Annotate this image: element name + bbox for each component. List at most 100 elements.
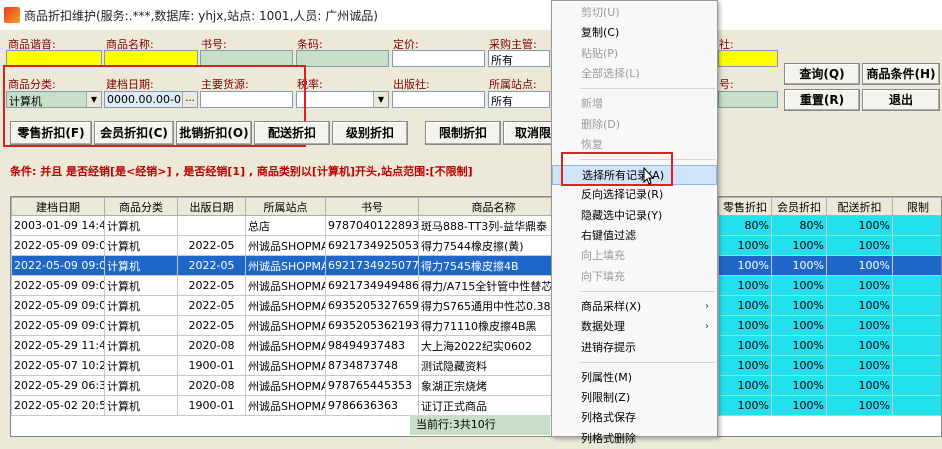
table-cell[interactable]: 象湖正宗烧烤 (419, 376, 569, 396)
table-cell[interactable]: 2003-01-09 14:44 (12, 216, 105, 236)
table-cell[interactable]: 100% (827, 276, 893, 296)
table-cell[interactable] (893, 296, 942, 316)
menu-item[interactable]: 商品采样(X)› (552, 297, 717, 317)
table-cell[interactable]: 2020-08 (178, 376, 246, 396)
table-cell[interactable]: 斑马888-TT3列-益华鼎泰 (419, 216, 569, 236)
publisher-short-input[interactable] (718, 50, 778, 67)
col-header[interactable]: 配送折扣 (827, 198, 893, 216)
product-condition-button[interactable]: 商品条件(H) (862, 63, 940, 85)
exit-button[interactable]: 退出 (862, 89, 940, 111)
menu-item[interactable]: 复制(C) (552, 23, 717, 43)
table-cell[interactable] (178, 216, 246, 236)
table-cell[interactable]: 证订正式商品 (419, 396, 569, 416)
col-header[interactable]: 商品分类 (105, 198, 178, 216)
tax-rate-select[interactable]: ▼ (296, 91, 389, 108)
table-cell[interactable]: 2022-05-29 11:44 (12, 336, 105, 356)
menu-item[interactable]: 隐藏选中记录(Y) (552, 206, 717, 226)
table-cell[interactable]: 得力7544橡皮擦(黄) (419, 236, 569, 256)
table-cell[interactable] (893, 396, 942, 416)
col-header[interactable]: 建档日期 (12, 198, 105, 216)
table-cell[interactable]: 2022-05-09 09:00 (12, 236, 105, 256)
table-cell[interactable]: 州诚品SHOPMA (246, 276, 326, 296)
barcode-input[interactable] (296, 50, 389, 67)
table-cell[interactable]: 80% (772, 216, 827, 236)
number-short-input[interactable] (718, 91, 778, 108)
purchase-manager-select[interactable]: 所有 (488, 50, 550, 67)
table-cell[interactable]: 2022-05-09 09:00 (12, 256, 105, 276)
table-cell[interactable]: 100% (827, 376, 893, 396)
col-header[interactable]: 所属站点 (246, 198, 326, 216)
col-header[interactable]: 限制 (893, 198, 942, 216)
table-cell[interactable]: 100% (719, 356, 772, 376)
table-cell[interactable]: 得力71110橡皮擦4B黑 (419, 316, 569, 336)
table-cell[interactable]: 2022-05-09 09:00 (12, 296, 105, 316)
table-cell[interactable]: 100% (719, 316, 772, 336)
table-cell[interactable]: 2022-05 (178, 256, 246, 276)
table-cell[interactable]: 计算机 (105, 376, 178, 396)
table-cell[interactable]: 计算机 (105, 276, 178, 296)
table-cell[interactable]: 100% (827, 356, 893, 376)
table-cell[interactable]: 1900-01 (178, 396, 246, 416)
table-cell[interactable]: 100% (772, 376, 827, 396)
table-cell[interactable] (893, 376, 942, 396)
table-cell[interactable]: 100% (719, 276, 772, 296)
table-row[interactable]: 2022-05-02 20:56计算机1900-01州诚品SHOPMA97866… (12, 396, 942, 416)
menu-item[interactable]: 进销存提示 (552, 338, 717, 358)
table-cell[interactable]: 2022-05-09 09:00 (12, 276, 105, 296)
table-cell[interactable]: 8734873748 (326, 356, 419, 376)
reset-button[interactable]: 重置(R) (784, 89, 860, 111)
table-row[interactable]: 2022-05-29 06:32计算机2020-08州诚品SHOPMA97876… (12, 376, 942, 396)
table-cell[interactable]: 测试隐藏资料 (419, 356, 569, 376)
table-cell[interactable] (893, 216, 942, 236)
table-cell[interactable] (893, 336, 942, 356)
table-cell[interactable]: 2020-08 (178, 336, 246, 356)
table-cell[interactable]: 州诚品SHOPMA (246, 396, 326, 416)
menu-item[interactable]: 列格式删除 (552, 429, 717, 449)
menu-item[interactable]: 反向选择记录(R) (552, 185, 717, 205)
table-cell[interactable] (893, 316, 942, 336)
table-cell[interactable]: 计算机 (105, 316, 178, 336)
table-cell[interactable]: 100% (827, 316, 893, 336)
table-cell[interactable]: 2022-05-29 06:32 (12, 376, 105, 396)
table-cell[interactable]: 2022-05 (178, 316, 246, 336)
table-cell[interactable]: 6935205327659 (326, 296, 419, 316)
table-cell[interactable]: 100% (772, 336, 827, 356)
table-cell[interactable]: 计算机 (105, 396, 178, 416)
table-cell[interactable]: 100% (827, 296, 893, 316)
table-cell[interactable]: 100% (827, 336, 893, 356)
table-cell[interactable]: 9786636363 (326, 396, 419, 416)
menu-item[interactable]: 列属性(M) (552, 368, 717, 388)
table-cell[interactable]: 2022-05 (178, 276, 246, 296)
table-cell[interactable]: 100% (772, 276, 827, 296)
col-header[interactable]: 零售折扣 (719, 198, 772, 216)
col-header[interactable]: 商品名称 (419, 198, 569, 216)
table-cell[interactable]: 州诚品SHOPMA (246, 336, 326, 356)
table-cell[interactable]: 州诚品SHOPMA (246, 296, 326, 316)
table-row[interactable]: 2022-05-09 09:00计算机2022-05州诚品SHOPMA69217… (12, 236, 942, 256)
table-cell[interactable]: 100% (772, 356, 827, 376)
table-row[interactable]: 2022-05-09 09:00计算机2022-05州诚品SHOPMA69352… (12, 296, 942, 316)
table-cell[interactable]: 计算机 (105, 336, 178, 356)
col-header[interactable]: 会员折扣 (772, 198, 827, 216)
table-cell[interactable]: 计算机 (105, 296, 178, 316)
table-row[interactable]: 2022-05-09 09:00计算机2022-05州诚品SHOPMA69352… (12, 316, 942, 336)
table-cell[interactable]: 得力7545橡皮擦4B (419, 256, 569, 276)
table-cell[interactable]: 1900-01 (178, 356, 246, 376)
table-cell[interactable]: 100% (719, 296, 772, 316)
site-select[interactable]: 所有 (488, 91, 550, 108)
table-cell[interactable]: 100% (772, 396, 827, 416)
table-cell[interactable]: 6921734925077 (326, 256, 419, 276)
table-row[interactable]: 2022-05-29 11:44计算机2020-08州诚品SHOPMA98494… (12, 336, 942, 356)
table-cell[interactable]: 州诚品SHOPMA (246, 376, 326, 396)
table-cell[interactable]: 2022-05-07 10:26 (12, 356, 105, 376)
member-discount-button[interactable]: 会员折扣(C) (94, 121, 174, 145)
table-cell[interactable]: 计算机 (105, 256, 178, 276)
col-header[interactable]: 出版日期 (178, 198, 246, 216)
table-cell[interactable]: 计算机 (105, 356, 178, 376)
wholesale-discount-button[interactable]: 批销折扣(O) (176, 121, 252, 145)
table-cell[interactable]: 州诚品SHOPMA (246, 356, 326, 376)
table-cell[interactable]: 总店 (246, 216, 326, 236)
table-row[interactable]: 2022-05-09 09:00计算机2022-05州诚品SHOPMA69217… (12, 256, 942, 276)
table-cell[interactable] (893, 356, 942, 376)
table-row[interactable]: 2003-01-09 14:44计算机总店9787040122893斑马888-… (12, 216, 942, 236)
